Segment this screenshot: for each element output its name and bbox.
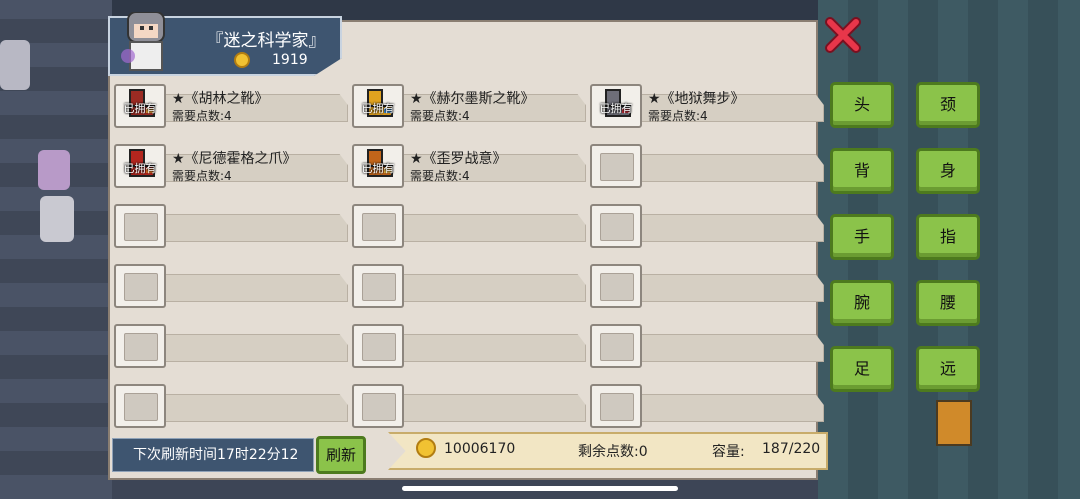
category-button[interactable]: 足 xyxy=(830,346,894,392)
shop-item[interactable]: 已拥有 ★《尼德霍格之爪》 需要点数:4 xyxy=(112,142,348,188)
item-name-plate xyxy=(374,334,586,362)
shop-item[interactable]: 已拥有 ★《地狱舞步》 需要点数:4 xyxy=(588,82,824,128)
item-name-plate xyxy=(136,274,348,302)
remaining-points: 剩余点数:0 xyxy=(578,444,648,460)
shop-item[interactable]: 已拥有 ★《胡林之靴》 需要点数:4 xyxy=(112,82,348,128)
item-name: ★《歪罗战意》 xyxy=(410,151,507,167)
shop-item[interactable]: 已拥有 ★《歪罗战意》 需要点数:4 xyxy=(350,142,586,188)
empty-item-slot[interactable] xyxy=(588,262,824,308)
item-name: ★《胡林之靴》 xyxy=(172,91,269,107)
owned-label: 已拥有 xyxy=(361,162,395,175)
empty-item-slot[interactable] xyxy=(112,382,348,428)
item-slot[interactable]: 已拥有 xyxy=(352,144,404,188)
empty-item-slot[interactable] xyxy=(112,322,348,368)
item-name-plate xyxy=(612,274,824,302)
empty-item-slot[interactable] xyxy=(350,322,586,368)
empty-item-slot[interactable] xyxy=(112,202,348,248)
item-slot[interactable]: 已拥有 xyxy=(590,84,642,128)
item-cost: 需要点数:4 xyxy=(410,169,470,183)
capacity-label: 容量: xyxy=(712,444,745,460)
category-button[interactable]: 腕 xyxy=(830,280,894,326)
owned-label: 已拥有 xyxy=(123,162,157,175)
item-slot[interactable]: 已拥有 xyxy=(114,84,166,128)
item-slot[interactable] xyxy=(352,264,404,308)
owned-label: 已拥有 xyxy=(361,102,395,115)
empty-item-slot[interactable] xyxy=(350,262,586,308)
item-cost: 需要点数:4 xyxy=(410,109,470,123)
empty-item-slot[interactable] xyxy=(588,202,824,248)
item-slot[interactable] xyxy=(352,384,404,428)
category-button[interactable]: 手 xyxy=(830,214,894,260)
category-button[interactable]: 身 xyxy=(916,148,980,194)
owned-label: 已拥有 xyxy=(123,102,157,115)
item-name-plate xyxy=(612,334,824,362)
empty-item-slot[interactable] xyxy=(588,382,824,428)
item-name-plate xyxy=(374,394,586,422)
coin-icon xyxy=(416,438,436,458)
item-slot[interactable] xyxy=(590,264,642,308)
home-indicator xyxy=(402,486,678,491)
item-name: ★《赫尔墨斯之靴》 xyxy=(410,91,535,107)
capacity-value: 187/220 xyxy=(762,441,821,457)
item-slot[interactable] xyxy=(352,204,404,248)
item-slot[interactable] xyxy=(114,324,166,368)
refresh-timer: 下次刷新时间17时22分12 xyxy=(112,438,314,472)
player-gold: 1919 xyxy=(272,52,308,68)
coin-balance: 10006170 xyxy=(444,441,516,457)
empty-item-slot[interactable] xyxy=(588,142,824,188)
item-name-plate xyxy=(612,154,824,182)
category-button[interactable]: 腰 xyxy=(916,280,980,326)
item-name-plate xyxy=(374,214,586,242)
item-name-plate xyxy=(136,214,348,242)
item-slot[interactable] xyxy=(114,264,166,308)
item-slot[interactable] xyxy=(590,144,642,188)
category-button[interactable]: 指 xyxy=(916,214,980,260)
item-slot[interactable] xyxy=(590,324,642,368)
item-slot[interactable] xyxy=(590,204,642,248)
category-button[interactable]: 背 xyxy=(830,148,894,194)
item-slot[interactable] xyxy=(114,384,166,428)
item-cost: 需要点数:4 xyxy=(172,109,232,123)
item-name-plate xyxy=(136,394,348,422)
item-slot[interactable]: 已拥有 xyxy=(114,144,166,188)
category-button[interactable]: 颈 xyxy=(916,82,980,128)
category-button[interactable]: 头 xyxy=(830,82,894,128)
item-name-plate xyxy=(136,334,348,362)
item-cost: 需要点数:4 xyxy=(172,169,232,183)
empty-item-slot[interactable] xyxy=(112,262,348,308)
shop-item[interactable]: 已拥有 ★《赫尔墨斯之靴》 需要点数:4 xyxy=(350,82,586,128)
coin-icon xyxy=(234,52,250,68)
npc-character-2 xyxy=(38,150,70,190)
npc-character-1 xyxy=(0,40,30,90)
item-name-plate xyxy=(612,214,824,242)
npc-character-3 xyxy=(40,196,74,242)
owned-label: 已拥有 xyxy=(599,102,633,115)
machine-prop xyxy=(936,400,972,446)
item-name-plate xyxy=(374,274,586,302)
item-slot[interactable] xyxy=(352,324,404,368)
item-slot[interactable]: 已拥有 xyxy=(352,84,404,128)
item-name-plate xyxy=(612,394,824,422)
item-cost: 需要点数:4 xyxy=(648,109,708,123)
item-slot[interactable] xyxy=(114,204,166,248)
empty-item-slot[interactable] xyxy=(350,202,586,248)
close-icon[interactable] xyxy=(824,16,862,54)
empty-item-slot[interactable] xyxy=(350,382,586,428)
merchant-avatar xyxy=(121,12,165,71)
empty-item-slot[interactable] xyxy=(588,322,824,368)
item-name: ★《尼德霍格之爪》 xyxy=(172,151,297,167)
refresh-button[interactable]: 刷新 xyxy=(316,436,366,474)
category-button[interactable]: 远 xyxy=(916,346,980,392)
item-name: ★《地狱舞步》 xyxy=(648,91,745,107)
item-slot[interactable] xyxy=(590,384,642,428)
merchant-title: 『迷之科学家』 xyxy=(206,31,326,51)
